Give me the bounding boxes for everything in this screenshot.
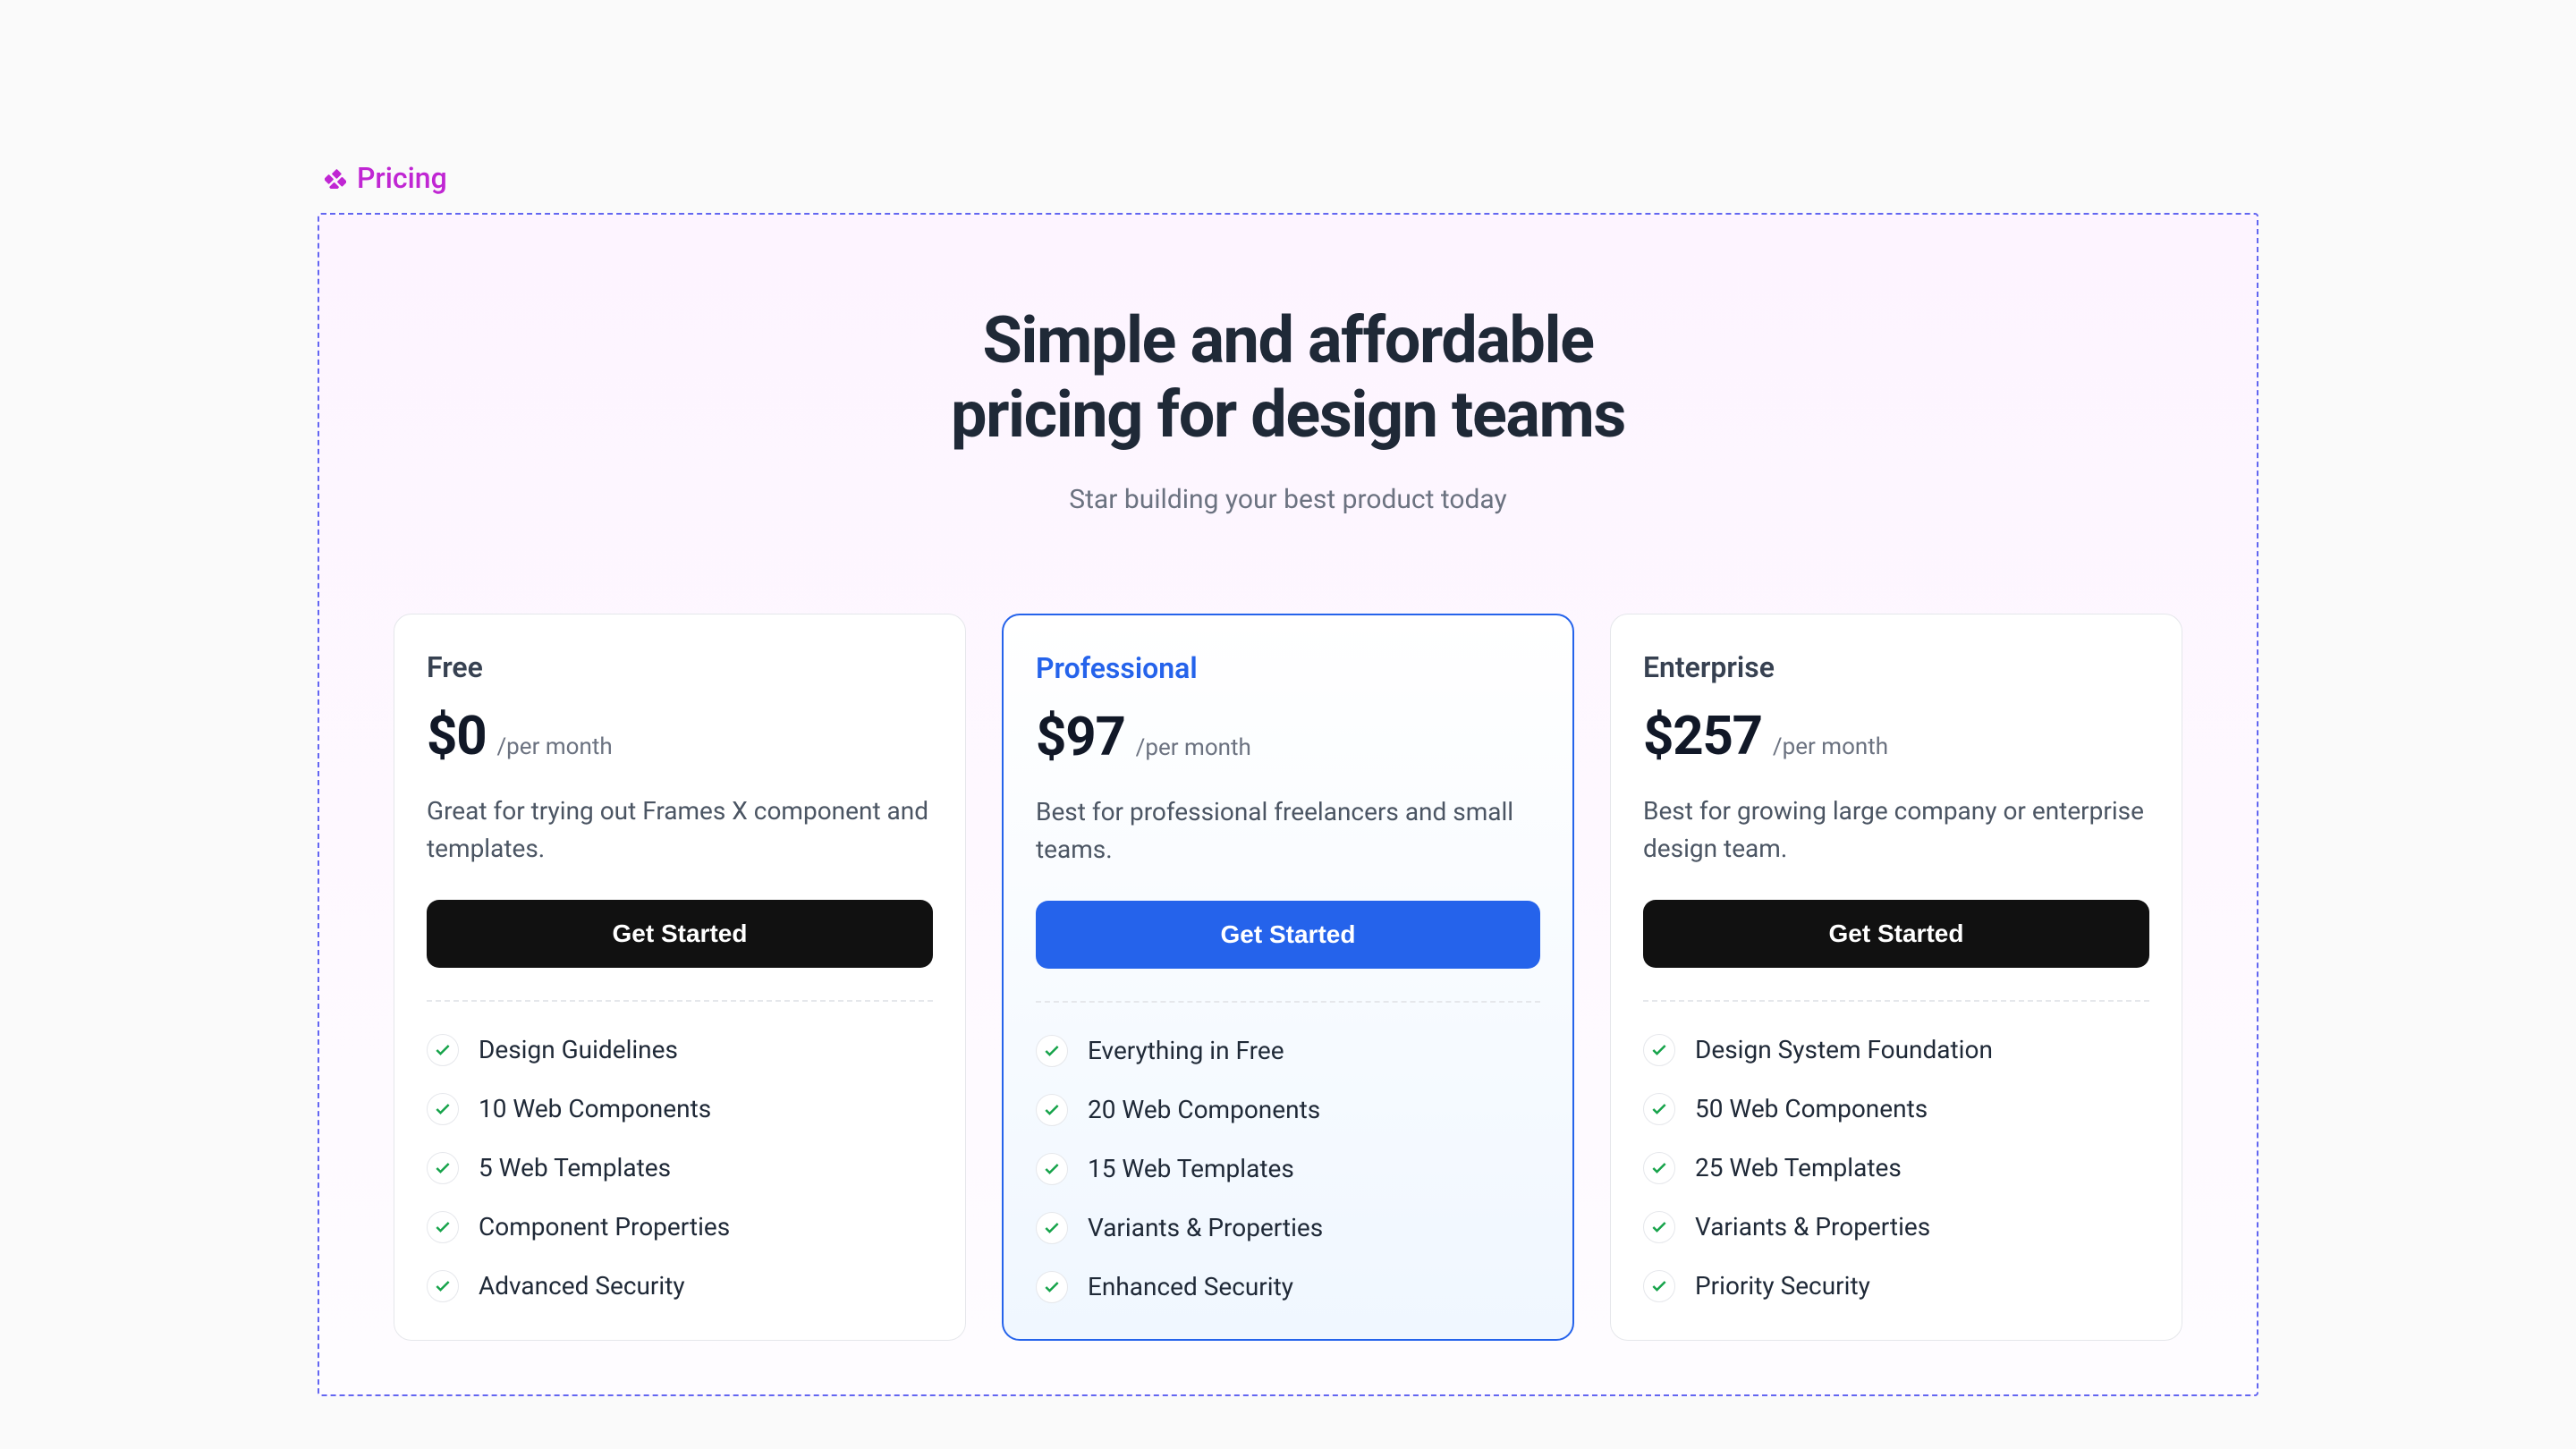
feature-item: 10 Web Components <box>427 1093 933 1125</box>
features-list: Design System Foundation 50 Web Componen… <box>1643 1034 2149 1302</box>
page-title: Simple and affordable pricing for design… <box>391 304 2185 453</box>
check-icon <box>1036 1271 1068 1303</box>
feature-text: Variants & Properties <box>1695 1212 1930 1241</box>
page-subtitle: Star building your best product today <box>391 484 2185 515</box>
check-icon <box>427 1093 459 1125</box>
feature-text: Advanced Security <box>479 1271 685 1301</box>
check-icon <box>1036 1212 1068 1244</box>
plan-price: $97 <box>1036 705 1125 768</box>
feature-item: 50 Web Components <box>1643 1093 2149 1125</box>
section-label-text: Pricing <box>357 161 447 195</box>
pricing-card-enterprise: Enterprise $257 /per month Best for grow… <box>1610 614 2182 1341</box>
plan-description: Best for growing large company or enterp… <box>1643 792 2149 868</box>
feature-item: Variants & Properties <box>1643 1211 2149 1243</box>
price-row: $257 /per month <box>1643 704 2149 767</box>
check-icon <box>1036 1153 1068 1185</box>
check-icon <box>427 1211 459 1243</box>
pricing-card-professional: Professional $97 /per month Best for pro… <box>1002 614 1574 1341</box>
feature-text: Priority Security <box>1695 1271 1870 1301</box>
check-icon <box>427 1270 459 1302</box>
feature-item: Design Guidelines <box>427 1034 933 1066</box>
feature-item: 5 Web Templates <box>427 1152 933 1184</box>
plan-price: $257 <box>1643 704 1762 767</box>
plan-name: Professional <box>1036 651 1540 685</box>
plan-name: Enterprise <box>1643 650 2149 684</box>
title-line-1: Simple and affordable <box>982 302 1593 378</box>
plan-price: $0 <box>427 704 486 767</box>
get-started-button[interactable]: Get Started <box>1643 900 2149 968</box>
plan-description: Best for professional freelancers and sm… <box>1036 793 1540 869</box>
title-line-2: pricing for design teams <box>951 377 1625 453</box>
feature-item: Enhanced Security <box>1036 1271 1540 1303</box>
pricing-header: Simple and affordable pricing for design… <box>391 304 2185 515</box>
plan-period: /per month <box>496 733 612 760</box>
pricing-card-free: Free $0 /per month Great for trying out … <box>394 614 966 1341</box>
check-icon <box>1643 1093 1675 1125</box>
feature-item: Everything in Free <box>1036 1035 1540 1067</box>
component-icon <box>325 167 346 189</box>
feature-item: Design System Foundation <box>1643 1034 2149 1066</box>
plan-period: /per month <box>1773 733 1888 760</box>
check-icon <box>1036 1035 1068 1067</box>
feature-text: 50 Web Components <box>1695 1094 1928 1123</box>
plan-description: Great for trying out Frames X component … <box>427 792 933 868</box>
section-label: Pricing <box>318 161 2258 195</box>
plan-name: Free <box>427 650 933 684</box>
feature-item: 15 Web Templates <box>1036 1153 1540 1185</box>
feature-text: 10 Web Components <box>479 1094 711 1123</box>
feature-text: 25 Web Templates <box>1695 1153 1902 1182</box>
divider <box>427 1000 933 1002</box>
feature-text: Design Guidelines <box>479 1035 678 1064</box>
check-icon <box>1036 1094 1068 1126</box>
feature-text: Component Properties <box>479 1212 730 1241</box>
feature-text: Everything in Free <box>1088 1036 1284 1065</box>
get-started-button[interactable]: Get Started <box>1036 901 1540 969</box>
check-icon <box>427 1034 459 1066</box>
check-icon <box>1643 1152 1675 1184</box>
pricing-cards: Free $0 /per month Great for trying out … <box>391 614 2185 1341</box>
check-icon <box>1643 1034 1675 1066</box>
features-list: Design Guidelines 10 Web Components 5 We… <box>427 1034 933 1302</box>
feature-item: Component Properties <box>427 1211 933 1243</box>
get-started-button[interactable]: Get Started <box>427 900 933 968</box>
check-icon <box>427 1152 459 1184</box>
feature-item: 20 Web Components <box>1036 1094 1540 1126</box>
feature-item: 25 Web Templates <box>1643 1152 2149 1184</box>
feature-text: 20 Web Components <box>1088 1095 1320 1124</box>
feature-item: Variants & Properties <box>1036 1212 1540 1244</box>
feature-item: Advanced Security <box>427 1270 933 1302</box>
plan-period: /per month <box>1136 734 1251 761</box>
features-list: Everything in Free 20 Web Components 15 … <box>1036 1035 1540 1303</box>
feature-text: 15 Web Templates <box>1088 1154 1294 1183</box>
feature-text: Enhanced Security <box>1088 1272 1293 1301</box>
price-row: $97 /per month <box>1036 705 1540 768</box>
feature-text: Design System Foundation <box>1695 1035 1993 1064</box>
feature-item: Priority Security <box>1643 1270 2149 1302</box>
price-row: $0 /per month <box>427 704 933 767</box>
divider <box>1643 1000 2149 1002</box>
check-icon <box>1643 1270 1675 1302</box>
feature-text: 5 Web Templates <box>479 1153 671 1182</box>
pricing-frame: Simple and affordable pricing for design… <box>318 213 2258 1396</box>
divider <box>1036 1001 1540 1003</box>
feature-text: Variants & Properties <box>1088 1213 1323 1242</box>
check-icon <box>1643 1211 1675 1243</box>
